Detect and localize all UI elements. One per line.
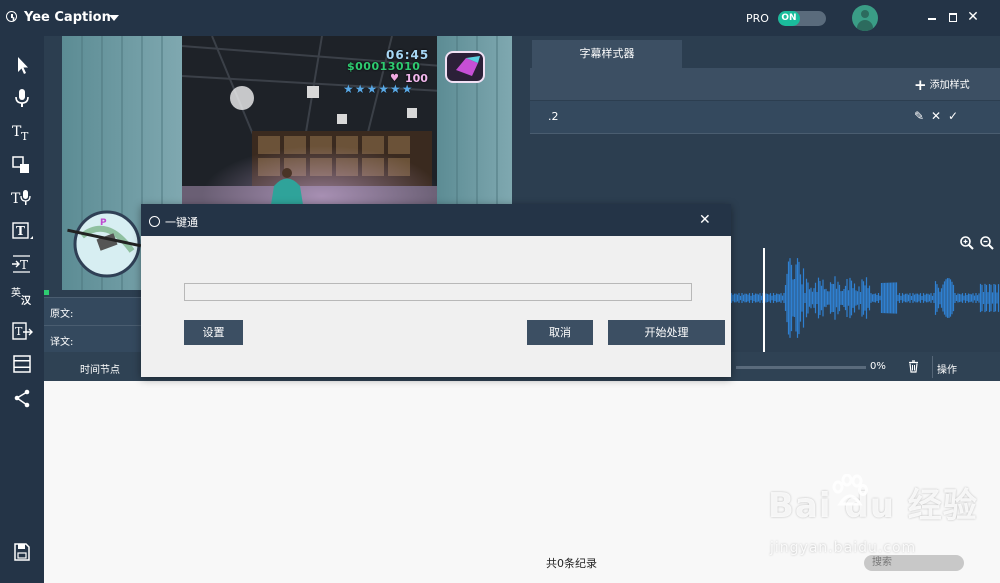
app-logo-icon (6, 11, 17, 22)
svg-text:T: T (20, 258, 28, 272)
svg-text:T: T (16, 224, 25, 238)
style-row[interactable]: .2 ✎ ✕ ✓ (530, 101, 1000, 134)
zoom-in-icon[interactable] (959, 235, 975, 254)
record-count: 共0条纪录 (546, 557, 597, 570)
add-style-button[interactable]: + 添加样式 (914, 76, 970, 94)
avatar[interactable] (852, 5, 878, 31)
text-box-icon[interactable]: T (10, 220, 34, 242)
dialog-close-icon[interactable]: ✕ (699, 212, 711, 228)
text-voice-icon[interactable]: T (10, 187, 34, 209)
watermark-brand: Bai du 经验 (768, 486, 978, 526)
text-size-icon[interactable]: TT (10, 121, 34, 143)
column-divider (932, 356, 933, 378)
dialog-logo-icon (149, 216, 160, 227)
minimize-icon[interactable] (925, 10, 939, 24)
progress-bar (736, 366, 866, 369)
waveform-path (730, 258, 1000, 338)
confirm-icon[interactable]: ✓ (948, 109, 958, 123)
settings-button[interactable]: 设置 (184, 320, 243, 345)
add-style-label: 添加样式 (929, 80, 970, 91)
shape-icon[interactable] (10, 154, 34, 176)
style-name: .2 (548, 110, 559, 123)
translation-label: 译文: (50, 337, 74, 348)
dialog-title: 一键通 (165, 216, 198, 229)
translation-text-row[interactable]: 译文: (44, 325, 144, 353)
svg-text:T: T (11, 191, 21, 207)
playhead[interactable] (763, 248, 765, 352)
trash-icon[interactable] (908, 360, 919, 373)
maximize-icon[interactable] (946, 10, 960, 24)
hud-radar-letter: P (100, 218, 107, 228)
svg-text:T: T (15, 325, 23, 338)
source-text-row[interactable]: 原文: (44, 297, 144, 326)
app-title: Yee Caption (24, 10, 111, 25)
translate-label-bottom: 汉 (21, 296, 31, 307)
delete-icon[interactable]: ✕ (931, 109, 941, 123)
dialog-progress-bar (184, 283, 692, 301)
plus-icon: + (914, 76, 927, 94)
film-icon[interactable] (10, 353, 34, 375)
svg-text:T: T (21, 130, 29, 143)
hud-wanted-stars: ★★★★★★ (343, 82, 414, 96)
source-label: 原文: (50, 309, 74, 320)
cursor-icon[interactable] (10, 54, 34, 76)
title-bar: Yee Caption PRO ON ✕ (0, 0, 1000, 36)
microphone-icon[interactable] (10, 87, 34, 109)
pro-toggle[interactable]: ON (778, 11, 826, 26)
pro-label: PRO (746, 12, 769, 25)
audio-waveform[interactable] (730, 234, 1000, 352)
baidu-jingyan-watermark: Bai du 经验 (768, 474, 978, 527)
close-icon[interactable]: ✕ (966, 10, 980, 24)
watermark-url: jingyan.baidu.com (770, 540, 917, 556)
start-processing-button[interactable]: 开始处理 (608, 320, 725, 345)
paw-icon (832, 474, 868, 506)
chevron-down-icon[interactable] (109, 15, 119, 21)
left-toolbar: TT T T T 英 汉 T (0, 36, 44, 583)
style-panel-header: + 添加样式 (530, 68, 1000, 100)
one-click-dialog: 一键通 ✕ 设置 取消 开始处理 (141, 204, 731, 377)
tab-subtitle-styles[interactable]: 字幕样式器 (532, 40, 682, 68)
save-icon[interactable] (10, 541, 34, 563)
pro-toggle-on-label: ON (778, 11, 800, 26)
cancel-button[interactable]: 取消 (527, 320, 593, 345)
playback-progress (44, 290, 49, 295)
column-time[interactable]: 时间节点 (80, 361, 120, 376)
dialog-header: 一键通 ✕ (141, 204, 731, 236)
progress-percent: 0% (870, 361, 886, 372)
edit-icon[interactable]: ✎ (914, 109, 924, 123)
column-operations: 操作 (937, 365, 957, 376)
import-text-icon[interactable]: T (10, 253, 34, 275)
translate-label-top: 英 (11, 288, 21, 299)
share-icon[interactable] (10, 387, 34, 409)
zoom-out-icon[interactable] (979, 235, 995, 254)
search-input[interactable]: 搜索 (864, 555, 964, 571)
translate-icon[interactable]: 英 汉 (10, 286, 34, 308)
export-text-icon[interactable]: T (10, 320, 34, 342)
